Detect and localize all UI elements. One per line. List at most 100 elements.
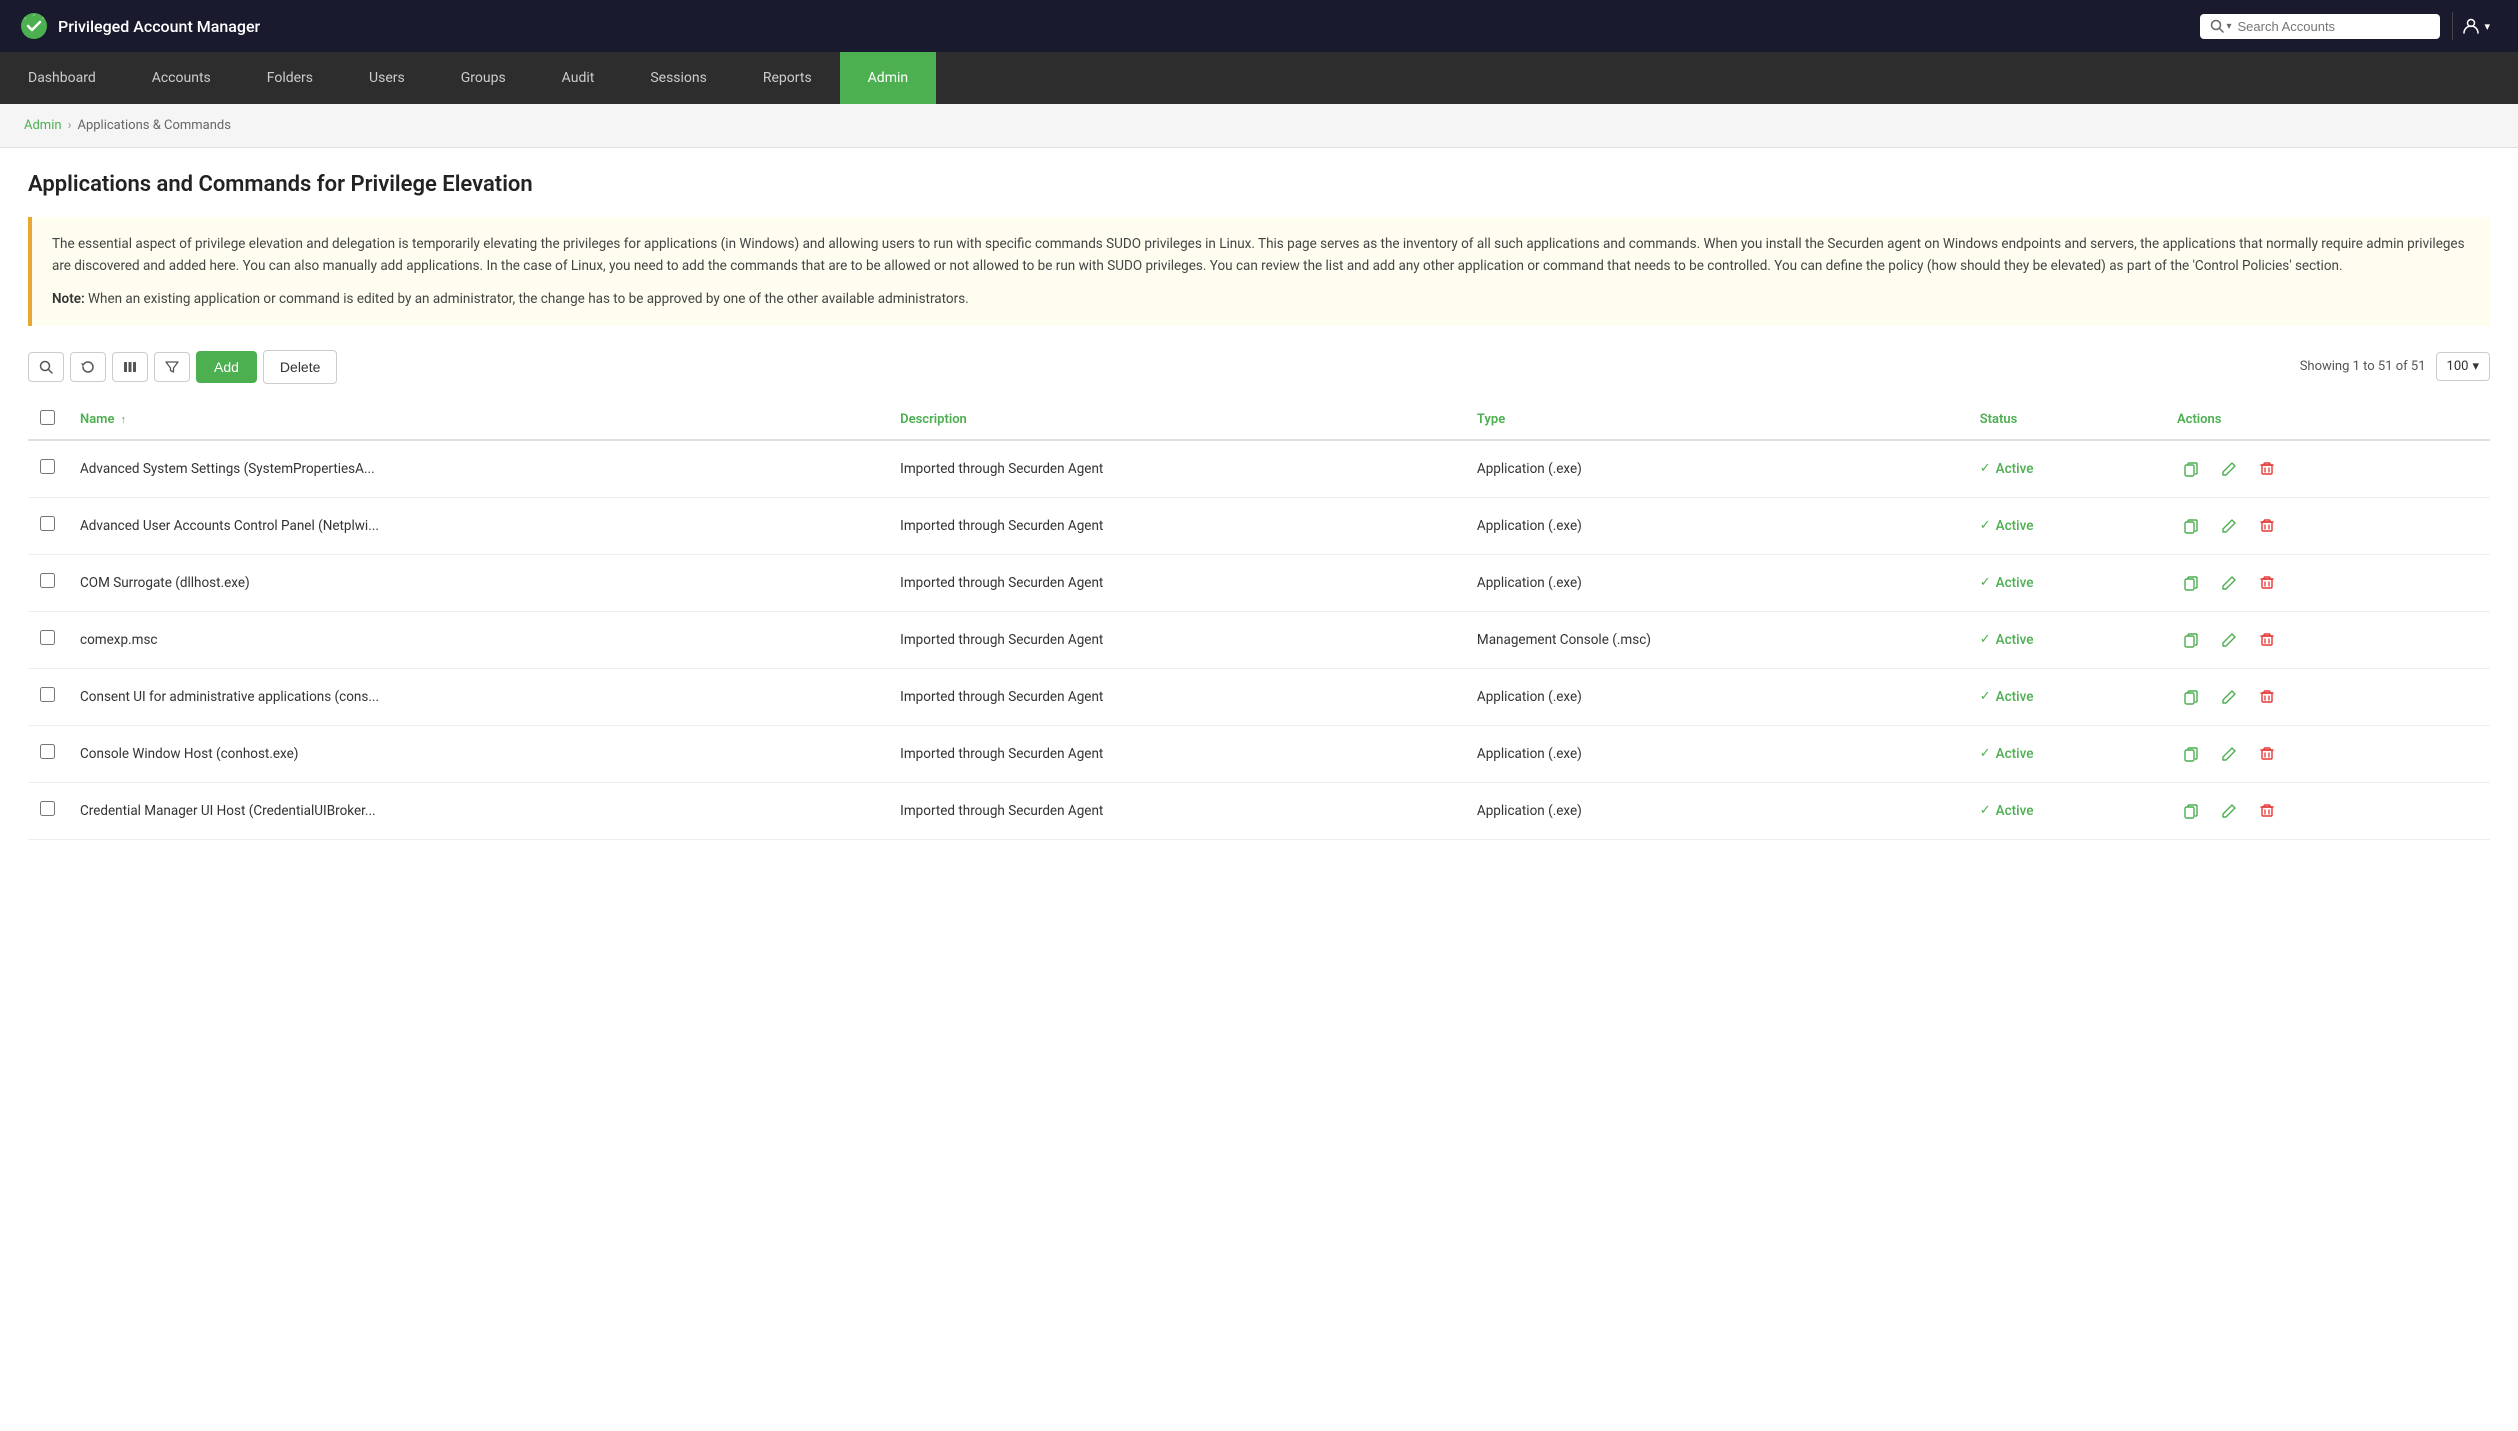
delete-icon-1[interactable] <box>2253 512 2281 540</box>
app-logo: Privileged Account Manager <box>20 12 260 40</box>
row-checkbox-1[interactable] <box>40 516 55 531</box>
delete-icon-3[interactable] <box>2253 626 2281 654</box>
delete-icon-6[interactable] <box>2253 797 2281 825</box>
row-type-6: Application (.exe) <box>1465 782 1968 839</box>
row-checkbox-6[interactable] <box>40 801 55 816</box>
nav-item-audit[interactable]: Audit <box>534 52 623 104</box>
row-checkbox-5[interactable] <box>40 744 55 759</box>
nav-item-groups[interactable]: Groups <box>433 52 534 104</box>
showing-count: Showing 1 to 51 of 51 <box>2300 359 2426 374</box>
search-input[interactable] <box>2238 19 2418 34</box>
user-menu-btn[interactable]: ▾ <box>2452 12 2498 40</box>
row-checkbox-cell[interactable] <box>28 611 68 668</box>
delete-icon-0[interactable] <box>2253 455 2281 483</box>
row-checkbox-cell[interactable] <box>28 668 68 725</box>
select-all-checkbox[interactable] <box>40 410 55 425</box>
nav-item-dashboard[interactable]: Dashboard <box>0 52 124 104</box>
edit-icon-1[interactable] <box>2215 512 2243 540</box>
row-name-4: Consent UI for administrative applicatio… <box>68 668 888 725</box>
info-box: The essential aspect of privilege elevat… <box>28 217 2490 326</box>
row-status-1: ✓ Active <box>1968 497 2165 554</box>
status-label: Active <box>1996 803 2034 819</box>
table-header-row: Name ↑ Description Type Status Actions <box>28 400 2490 440</box>
row-checkbox-cell[interactable] <box>28 497 68 554</box>
table-row: comexp.msc Imported through Securden Age… <box>28 611 2490 668</box>
row-actions-3 <box>2165 611 2490 668</box>
copy-icon-3[interactable] <box>2177 626 2205 654</box>
status-check-icon: ✓ <box>1980 461 1991 476</box>
info-text: The essential aspect of privilege elevat… <box>52 233 2470 278</box>
row-type-1: Application (.exe) <box>1465 497 1968 554</box>
edit-icon-6[interactable] <box>2215 797 2243 825</box>
breadcrumb-current: Applications & Commands <box>77 118 231 133</box>
toolbar-right: Showing 1 to 51 of 51 100 ▾ <box>2300 352 2490 381</box>
copy-icon-1[interactable] <box>2177 512 2205 540</box>
status-label: Active <box>1996 461 2034 477</box>
row-actions-1 <box>2165 497 2490 554</box>
status-label: Active <box>1996 746 2034 762</box>
col-header-description[interactable]: Description <box>888 400 1465 440</box>
edit-icon-5[interactable] <box>2215 740 2243 768</box>
nav-item-accounts[interactable]: Accounts <box>124 52 239 104</box>
nav-item-users[interactable]: Users <box>341 52 433 104</box>
row-description-6: Imported through Securden Agent <box>888 782 1465 839</box>
row-description-4: Imported through Securden Agent <box>888 668 1465 725</box>
edit-icon-3[interactable] <box>2215 626 2243 654</box>
table-row: Consent UI for administrative applicatio… <box>28 668 2490 725</box>
filter-btn[interactable] <box>154 352 190 382</box>
nav-item-sessions[interactable]: Sessions <box>622 52 735 104</box>
per-page-select[interactable]: 100 ▾ <box>2436 352 2490 381</box>
status-label: Active <box>1996 689 2034 705</box>
breadcrumb-parent-link[interactable]: Admin <box>24 118 62 133</box>
copy-icon-5[interactable] <box>2177 740 2205 768</box>
col-header-actions: Actions <box>2165 400 2490 440</box>
delete-icon-4[interactable] <box>2253 683 2281 711</box>
row-checkbox-cell[interactable] <box>28 725 68 782</box>
copy-icon-0[interactable] <box>2177 455 2205 483</box>
status-label: Active <box>1996 575 2034 591</box>
app-title: Privileged Account Manager <box>58 17 260 36</box>
search-btn[interactable] <box>28 352 64 382</box>
row-name-3: comexp.msc <box>68 611 888 668</box>
delete-icon-5[interactable] <box>2253 740 2281 768</box>
row-checkbox-3[interactable] <box>40 630 55 645</box>
copy-icon-4[interactable] <box>2177 683 2205 711</box>
row-checkbox-cell[interactable] <box>28 782 68 839</box>
copy-icon-2[interactable] <box>2177 569 2205 597</box>
row-type-3: Management Console (.msc) <box>1465 611 1968 668</box>
row-actions-0 <box>2165 440 2490 498</box>
table-row: Advanced System Settings (SystemProperti… <box>28 440 2490 498</box>
col-header-status[interactable]: Status <box>1968 400 2165 440</box>
nav-item-reports[interactable]: Reports <box>735 52 840 104</box>
columns-btn[interactable] <box>112 352 148 382</box>
row-checkbox-2[interactable] <box>40 573 55 588</box>
toolbar-left: Add Delete <box>28 350 337 384</box>
row-checkbox-cell[interactable] <box>28 554 68 611</box>
nav-item-folders[interactable]: Folders <box>239 52 341 104</box>
note-label: Note: <box>52 291 85 307</box>
main-nav: Dashboard Accounts Folders Users Groups … <box>0 52 2518 104</box>
select-all-header[interactable] <box>28 400 68 440</box>
status-check-icon: ✓ <box>1980 575 1991 590</box>
row-type-2: Application (.exe) <box>1465 554 1968 611</box>
row-checkbox-0[interactable] <box>40 459 55 474</box>
refresh-btn[interactable] <box>70 352 106 382</box>
col-header-type[interactable]: Type <box>1465 400 1968 440</box>
col-header-name[interactable]: Name ↑ <box>68 400 888 440</box>
delete-button[interactable]: Delete <box>263 350 337 384</box>
edit-icon-2[interactable] <box>2215 569 2243 597</box>
delete-icon-2[interactable] <box>2253 569 2281 597</box>
row-checkbox-4[interactable] <box>40 687 55 702</box>
header-right: ▾ ▾ <box>2200 12 2498 40</box>
row-name-2: COM Surrogate (dllhost.exe) <box>68 554 888 611</box>
search-dropdown-btn[interactable]: ▾ <box>2210 19 2231 33</box>
copy-icon-6[interactable] <box>2177 797 2205 825</box>
applications-table: Name ↑ Description Type Status Actions A… <box>28 400 2490 840</box>
add-button[interactable]: Add <box>196 351 257 383</box>
row-checkbox-cell[interactable] <box>28 440 68 498</box>
nav-item-admin[interactable]: Admin <box>840 52 936 104</box>
edit-icon-0[interactable] <box>2215 455 2243 483</box>
per-page-arrow: ▾ <box>2472 359 2479 374</box>
row-description-3: Imported through Securden Agent <box>888 611 1465 668</box>
edit-icon-4[interactable] <box>2215 683 2243 711</box>
